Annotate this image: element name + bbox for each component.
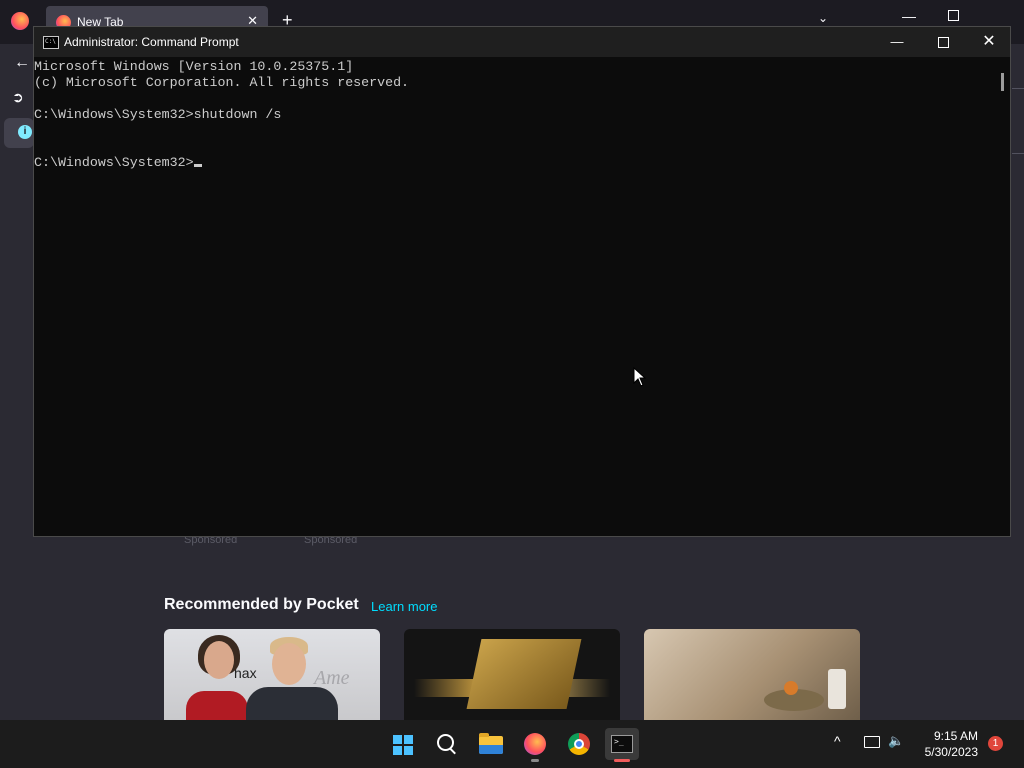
- firefox-taskbar-button[interactable]: [518, 728, 552, 762]
- cmd-title-bar[interactable]: C:\ Administrator: Command Prompt — ✕: [34, 27, 1010, 57]
- pocket-learn-more-link[interactable]: Learn more: [371, 599, 437, 614]
- card-image-gold-card: [466, 639, 582, 709]
- console-prompt-line[interactable]: C:\Windows\System32>: [34, 155, 994, 171]
- volume-icon[interactable]: 🔈: [888, 733, 904, 749]
- info-icon: i: [18, 125, 32, 139]
- file-explorer-button[interactable]: [474, 728, 508, 760]
- card-image-person: [246, 687, 338, 720]
- maximize-button[interactable]: [920, 27, 966, 57]
- start-button[interactable]: [385, 728, 419, 760]
- firefox-icon: [524, 733, 546, 755]
- scrollbar-thumb[interactable]: [1001, 73, 1004, 91]
- maximize-icon: [937, 37, 949, 49]
- info-panel-button[interactable]: i: [4, 118, 34, 148]
- card-image-person: [272, 643, 306, 685]
- search-button[interactable]: [430, 728, 464, 760]
- clock-time[interactable]: 9:15 AM: [922, 729, 978, 743]
- search-icon: [437, 734, 454, 751]
- clock-date[interactable]: 5/30/2023: [918, 745, 978, 759]
- console-line: (c) Microsoft Corporation. All rights re…: [34, 75, 410, 90]
- minimize-button[interactable]: —: [874, 27, 920, 57]
- cmd-window-title: Administrator: Command Prompt: [64, 35, 239, 49]
- firefox-menu-icon[interactable]: [11, 12, 29, 30]
- chrome-taskbar-button[interactable]: [562, 728, 596, 760]
- pocket-story-card[interactable]: hax Ame: [164, 629, 380, 720]
- pocket-story-card[interactable]: [644, 629, 860, 720]
- mouse-pointer-icon: [633, 367, 647, 387]
- sign-in-icon[interactable]: ➲: [12, 89, 24, 106]
- cmd-console-output[interactable]: Microsoft Windows [Version 10.0.25375.1]…: [34, 57, 994, 538]
- network-icon[interactable]: [864, 736, 880, 748]
- console-line: C:\Windows\System32>shutdown /s: [34, 107, 282, 122]
- show-hidden-icons-chevron-icon[interactable]: ^: [834, 733, 841, 749]
- command-prompt-window[interactable]: C:\ Administrator: Command Prompt — ✕ Mi…: [33, 26, 1011, 537]
- close-button[interactable]: ✕: [966, 27, 1012, 57]
- text-caret: [193, 164, 202, 167]
- terminal-taskbar-button[interactable]: >_: [605, 728, 639, 762]
- console-line: Microsoft Windows [Version 10.0.25375.1]: [34, 59, 354, 74]
- pocket-heading: Recommended by Pocket: [164, 596, 359, 613]
- windows-logo-icon: [393, 735, 413, 755]
- card-image-glass: [828, 669, 846, 709]
- card-image-person: [186, 691, 248, 720]
- chrome-icon: [568, 733, 590, 755]
- back-arrow-icon[interactable]: ←: [14, 54, 30, 72]
- browser-restore-icon[interactable]: [948, 10, 959, 21]
- terminal-icon: >_: [611, 735, 633, 753]
- list-tabs-icon[interactable]: ⌄: [818, 11, 828, 25]
- terminal-icon-text: >_: [614, 737, 624, 746]
- card-image-food: [784, 681, 798, 695]
- active-indicator: [614, 759, 630, 762]
- notification-badge[interactable]: 1: [988, 736, 1003, 751]
- console-prompt: C:\Windows\System32>: [34, 155, 194, 170]
- cmd-app-icon[interactable]: C:\: [43, 36, 59, 49]
- browser-minimize-icon[interactable]: —: [902, 8, 916, 24]
- pocket-story-card[interactable]: [404, 629, 620, 720]
- cmd-app-icon-text: C:\: [45, 38, 56, 45]
- card-image-person: [204, 641, 234, 679]
- browser-side-element: [1012, 88, 1024, 154]
- running-indicator: [531, 759, 539, 762]
- folder-icon: [479, 733, 503, 754]
